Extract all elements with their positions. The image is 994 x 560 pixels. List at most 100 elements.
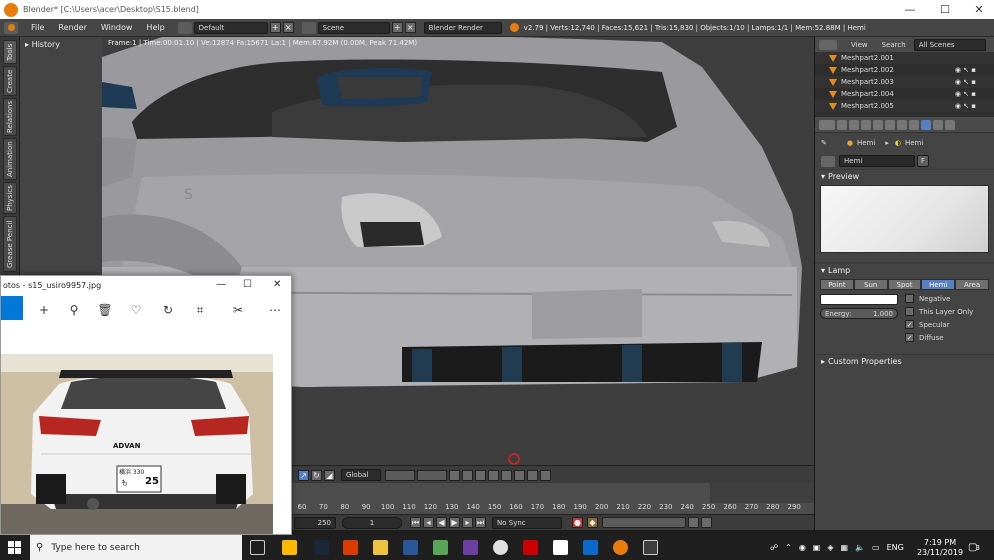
tab-animation[interactable]: Animation [3,138,17,180]
render-preview-icon[interactable] [449,469,460,481]
network-icon[interactable]: ▦ [841,543,849,552]
tab-physics[interactable]: Physics [3,182,17,214]
play-icon[interactable]: ▶ [449,517,460,528]
specular-checkbox[interactable]: ✓ Specular [905,318,973,331]
taskbar-search-box[interactable]: ⚲ Type here to search [30,535,242,560]
scale-manipulator-icon[interactable]: ◢ [324,469,335,481]
translate-manipulator-icon[interactable]: ↗ [298,469,309,481]
current-frame-field[interactable]: 1 [342,516,402,529]
minimize-button[interactable]: — [893,0,927,19]
end-frame-field[interactable]: 250 [294,516,336,529]
editor-type-icon[interactable] [819,39,837,50]
this-layer-only-checkbox[interactable]: This Layer Only [905,305,973,318]
outliner-view-menu[interactable]: View [851,41,868,49]
lamp-datablock-name[interactable]: Hemi [839,155,915,167]
outliner-item[interactable]: Meshpart2.005 ◉ ↖ ▪ [815,100,994,112]
add-scene-button[interactable]: + [391,22,403,33]
outliner-item[interactable]: Meshpart2.002 ◉ ↖ ▪ [815,64,994,76]
close-button[interactable]: ✕ [962,0,994,19]
jump-end-icon[interactable]: ⏭ [475,517,486,528]
record-keyframe-icon[interactable]: ● [572,517,583,528]
volume-icon[interactable]: 🔈 [855,543,865,552]
world-tab-icon[interactable] [873,119,883,130]
tray-app-icon[interactable]: ◉ [799,543,806,552]
scene-field[interactable]: Scene [317,21,390,34]
tab-tools[interactable]: Tools [3,40,17,64]
object-tab-icon[interactable] [885,119,895,130]
physics-tab-icon[interactable] [945,119,955,130]
remove-layout-button[interactable]: × [282,22,294,33]
store-taskbar-icon[interactable] [583,540,598,555]
clock[interactable]: 7:19 PM 23/11/2019 [917,535,963,560]
snap-target-icon[interactable] [488,469,499,481]
visibility-eye-icon[interactable]: ◉ ↖ ▪ [955,78,976,86]
lamp-type-point[interactable]: Point [820,279,854,290]
folder-taskbar-icon[interactable] [373,540,388,555]
powerpoint-taskbar-icon[interactable] [343,540,358,555]
maximize-button[interactable]: ☐ [928,0,962,19]
editor-type-icon[interactable] [819,119,835,130]
lamp-type-sun[interactable]: Sun [853,279,888,290]
word-taskbar-icon[interactable] [403,540,418,555]
language-indicator[interactable]: ENG [887,543,904,552]
add-icon[interactable]: + [35,301,53,319]
outliner-filter-select[interactable]: All Scenes [913,38,986,51]
opengl-render-icon[interactable] [501,469,512,481]
visibility-eye-icon[interactable]: ◉ ↖ ▪ [955,102,976,110]
photos-maximize-button[interactable]: ☐ [243,279,252,290]
negative-checkbox[interactable]: Negative [905,292,973,305]
menu-file[interactable]: File [24,23,51,32]
photos-close-button[interactable]: ✕ [273,279,281,290]
jump-start-icon[interactable]: ⏮ [410,517,421,528]
delete-keyframe-icon[interactable] [701,517,712,528]
modifiers-tab-icon[interactable] [909,119,919,130]
tray-app-icon[interactable]: ▣ [813,543,821,552]
outliner-item[interactable]: Meshpart2.003 ◉ ↖ ▪ [815,76,994,88]
outliner-search-menu[interactable]: Search [882,41,906,49]
insert-keyframe-icon[interactable] [688,517,699,528]
task-view-icon[interactable] [250,540,265,555]
opengl-anim-icon[interactable] [514,469,525,481]
lamp-data-tab-icon[interactable] [921,119,931,130]
editor-type-icon[interactable] [4,21,18,34]
delete-icon[interactable]: 🗑 [96,301,114,319]
tab-create[interactable]: Create [3,66,17,96]
visibility-eye-icon[interactable]: ◉ ↖ ▪ [955,66,976,74]
rotate-icon[interactable]: ↻ [159,301,177,319]
edit-create-icon[interactable]: ✂ [229,301,247,319]
outliner-item[interactable]: Meshpart2.001 [815,52,994,64]
snap-icon[interactable] [475,469,486,481]
custom-properties-header[interactable]: ▸ Custom Properties [815,354,994,368]
lamp-type-area[interactable]: Area [955,279,989,290]
more-options-icon[interactable]: ⋯ [266,301,284,319]
pin-icon[interactable]: ✎ [821,139,827,147]
menu-render[interactable]: Render [51,23,93,32]
show-hidden-icons-chevron[interactable]: ⌃ [785,543,792,552]
constraints-tab-icon[interactable] [897,119,907,130]
texture-tab-icon[interactable] [933,119,943,130]
layer-buttons-right[interactable] [417,469,447,481]
blender-taskbar-icon[interactable] [613,540,628,555]
people-icon[interactable]: ☍ [770,543,778,552]
game-app-taskbar-icon[interactable] [523,540,538,555]
photos-taskbar-icon[interactable] [643,540,658,555]
fake-user-button[interactable]: F [917,155,929,167]
lamp-color-swatch[interactable] [820,294,898,305]
render-layers-tab-icon[interactable] [849,119,859,130]
app-taskbar-icon[interactable] [553,540,568,555]
zoom-icon[interactable]: ⚲ [65,301,83,319]
orientation-select[interactable]: Global [341,469,381,481]
next-keyframe-icon[interactable]: ▸ [462,517,473,528]
prev-keyframe-icon[interactable]: ◂ [423,517,434,528]
manipulator-toggle-icon[interactable] [527,469,538,481]
scene-icon[interactable] [301,21,316,34]
lamp-datablock-icon[interactable] [821,155,835,167]
favorite-heart-icon[interactable]: ♡ [127,301,145,319]
layer-buttons-left[interactable] [385,469,415,481]
outliner-item[interactable]: Meshpart2.004 ◉ ↖ ▪ [815,88,994,100]
render-tab-icon[interactable] [837,119,847,130]
layout-field[interactable]: Default [193,21,268,34]
keying-set-icon[interactable]: ◆ [587,517,598,528]
crop-icon[interactable]: ⌗ [191,301,209,319]
lamp-type-hemi[interactable]: Hemi [921,279,956,290]
